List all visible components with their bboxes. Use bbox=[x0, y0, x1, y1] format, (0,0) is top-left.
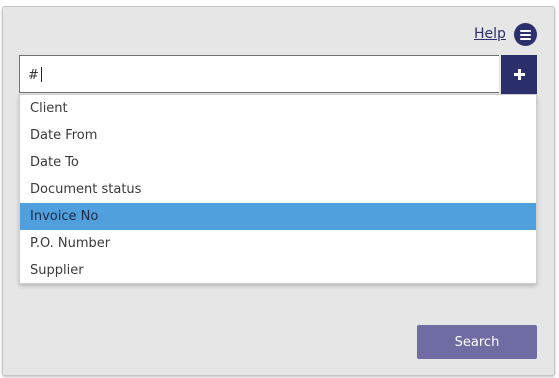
add-filter-button[interactable] bbox=[501, 55, 537, 94]
search-button[interactable]: Search bbox=[417, 325, 537, 359]
dropdown-item-date-from[interactable]: Date From bbox=[20, 122, 536, 149]
dropdown-item-invoice-no[interactable]: Invoice No bbox=[20, 203, 536, 230]
dropdown-item-document-status[interactable]: Document status bbox=[20, 176, 536, 203]
dropdown-item-po-number[interactable]: P.O. Number bbox=[20, 230, 536, 257]
search-field[interactable] bbox=[19, 55, 499, 93]
help-link[interactable]: Help bbox=[474, 26, 506, 42]
hamburger-menu-icon[interactable] bbox=[514, 23, 537, 46]
dropdown-item-supplier[interactable]: Supplier bbox=[20, 257, 536, 284]
text-caret bbox=[41, 67, 42, 82]
dropdown-item-client[interactable]: Client bbox=[20, 95, 536, 122]
search-input[interactable] bbox=[28, 65, 488, 85]
dropdown-item-date-to[interactable]: Date To bbox=[20, 149, 536, 176]
filter-dropdown-list: Client Date From Date To Document status… bbox=[19, 94, 537, 284]
